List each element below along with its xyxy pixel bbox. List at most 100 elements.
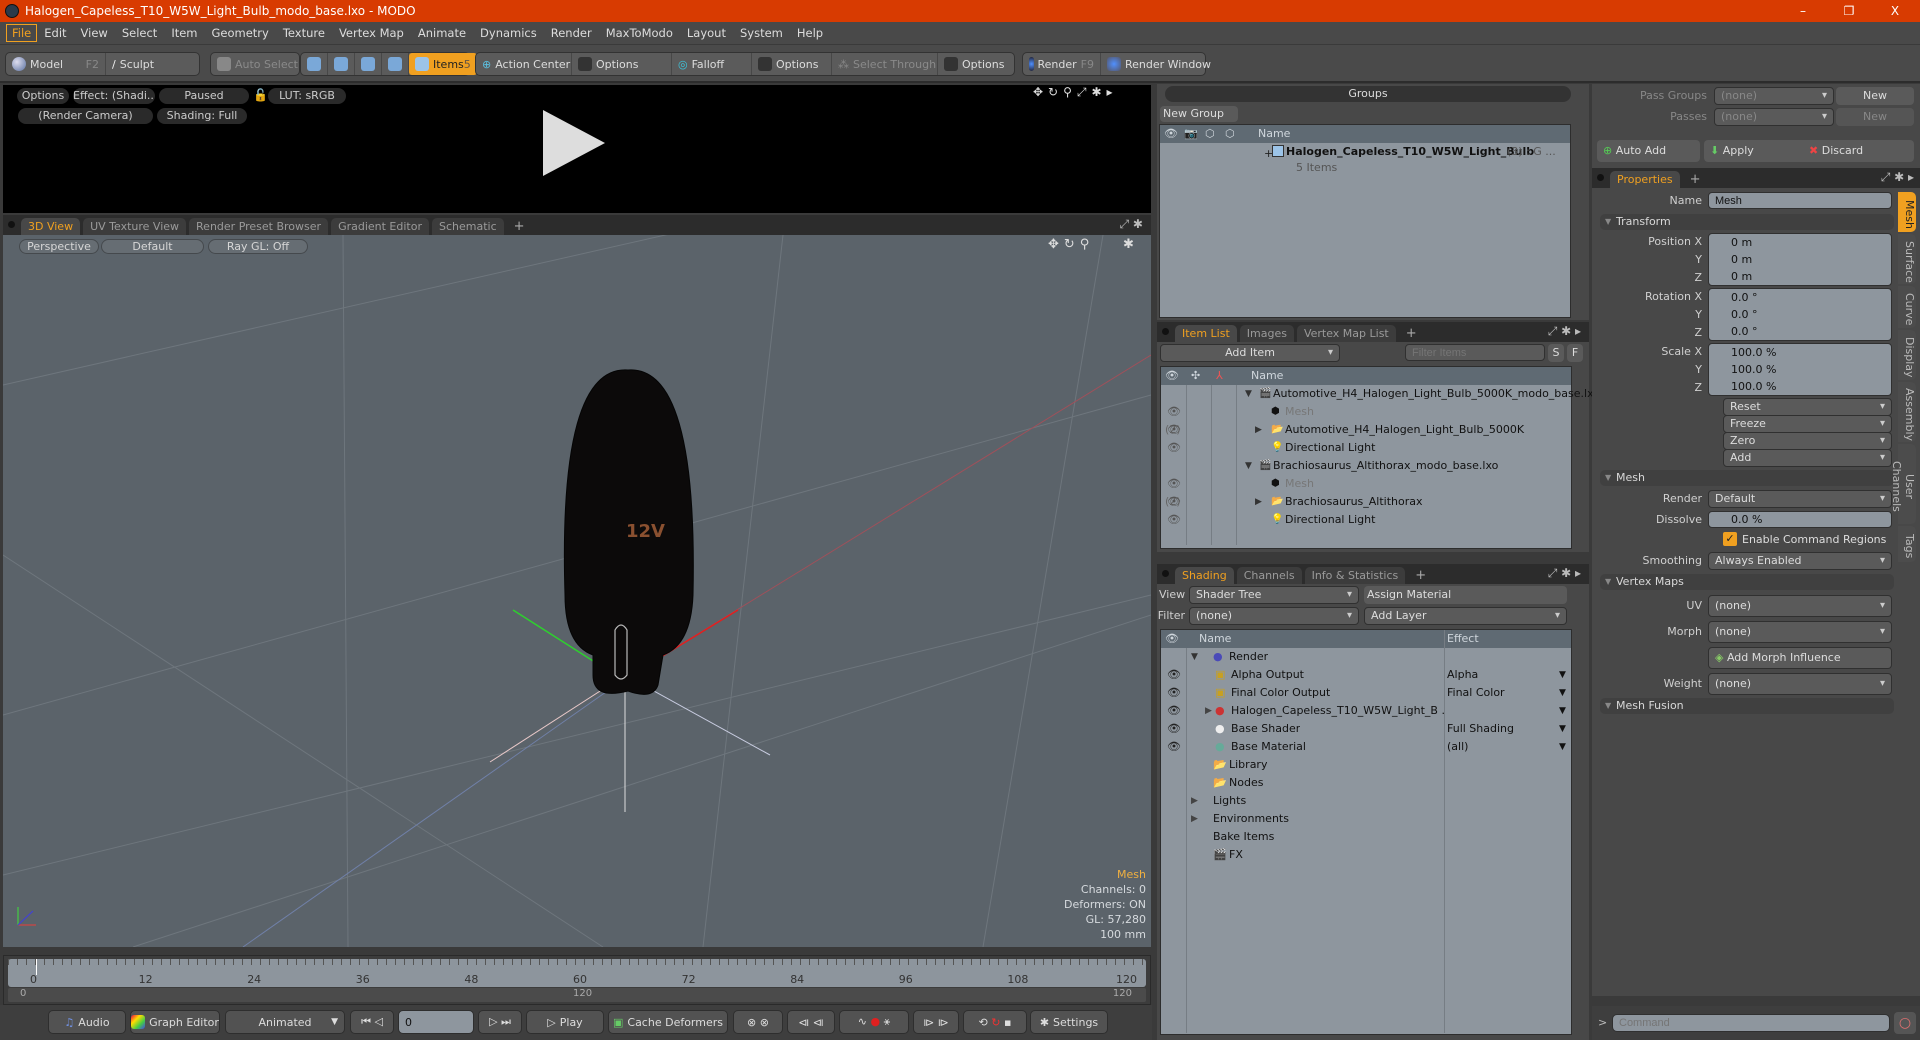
apply-button[interactable]: ⬇ Apply bbox=[1710, 140, 1754, 162]
restore-button[interactable]: ❐ bbox=[1826, 0, 1872, 22]
visibility-eye-icon[interactable]: 👁 bbox=[1167, 666, 1181, 684]
falloff-button[interactable]: ◎ Falloff bbox=[672, 53, 752, 75]
panel-dot-icon[interactable] bbox=[8, 221, 15, 228]
vertex-maps-section[interactable]: Vertex Maps bbox=[1600, 574, 1894, 590]
menu-animate[interactable]: Animate bbox=[411, 24, 473, 42]
expand-gear-icons[interactable]: ⤢ ✱ ▸ bbox=[1548, 566, 1581, 581]
record-macro-icon[interactable]: ○ bbox=[1894, 1012, 1916, 1034]
visibility-eye-icon[interactable]: 👁 bbox=[1167, 738, 1181, 756]
collapse-arrow-icon[interactable]: ▼ bbox=[1191, 648, 1198, 666]
close-button[interactable]: X bbox=[1872, 0, 1918, 22]
vertices-mode-button[interactable] bbox=[301, 53, 328, 75]
auto-add-button[interactable]: ⊕ Auto Add bbox=[1597, 140, 1700, 162]
item-list-row[interactable]: 👁 📂 ▶ Brachiosaurus_Altithorax (2) bbox=[1161, 493, 1571, 511]
effect-dropdown-icon[interactable]: ▼ bbox=[1559, 702, 1566, 720]
camera-dropdown[interactable]: (Render Camera) bbox=[18, 108, 153, 124]
polygons-mode-button[interactable] bbox=[355, 53, 382, 75]
side-tab-display[interactable]: Display bbox=[1898, 330, 1916, 380]
tab-3d-view[interactable]: 3D View bbox=[21, 218, 81, 235]
expand-arrow-icon[interactable]: ▶ bbox=[1255, 493, 1262, 511]
next-key-buttons[interactable]: ⧐ ⧐ bbox=[913, 1010, 959, 1034]
scale-y-value[interactable]: 100.0 % bbox=[1731, 362, 1776, 377]
add-tab-button[interactable]: + bbox=[1399, 325, 1424, 342]
timeline-range[interactable]: 0 120 120 bbox=[8, 988, 1146, 1002]
animated-dropdown[interactable]: Animated ▼ bbox=[225, 1010, 345, 1034]
side-tab-surface[interactable]: Surface bbox=[1898, 234, 1916, 284]
shader-row[interactable]: ▶ Lights bbox=[1161, 792, 1571, 810]
rotation-z-value[interactable]: 0.0 ° bbox=[1731, 324, 1758, 339]
add-tab-button[interactable]: + bbox=[507, 218, 532, 235]
transform-section[interactable]: Transform bbox=[1600, 214, 1894, 230]
expand-arrow-icon[interactable]: ▶ bbox=[1191, 792, 1198, 810]
side-tab-curve[interactable]: Curve bbox=[1898, 286, 1916, 328]
tab-render-preset-browser[interactable]: Render Preset Browser bbox=[189, 218, 329, 235]
expand-arrow-icon[interactable]: ▶ bbox=[1191, 810, 1198, 828]
items-mode-button[interactable]: Items 5 bbox=[409, 53, 477, 75]
scale-x-value[interactable]: 100.0 % bbox=[1731, 345, 1776, 360]
preview-options-button[interactable]: Options bbox=[17, 88, 69, 104]
reset-dropdown[interactable]: Reset bbox=[1723, 398, 1892, 416]
panel-dot-icon[interactable] bbox=[1162, 570, 1169, 577]
pass-groups-dropdown[interactable]: (none) bbox=[1714, 87, 1834, 105]
auto-select-button[interactable]: Auto Select bbox=[211, 53, 304, 75]
view-dropdown[interactable]: Shader Tree bbox=[1189, 586, 1359, 604]
visibility-eye-icon[interactable]: 👁 bbox=[1167, 511, 1181, 529]
key-buttons[interactable]: ⊗ ⊗ bbox=[733, 1010, 783, 1034]
preview-effect-dropdown[interactable]: Effect: (Shadi... bbox=[73, 88, 155, 104]
new-pass-button[interactable]: New bbox=[1836, 108, 1914, 126]
shader-effect-value[interactable]: Full Shading bbox=[1447, 720, 1514, 738]
effect-dropdown-icon[interactable]: ▼ bbox=[1559, 738, 1566, 756]
command-input[interactable] bbox=[1612, 1014, 1890, 1032]
collapse-arrow-icon[interactable]: ▼ bbox=[1245, 457, 1252, 475]
visibility-eye-icon[interactable]: 👁 bbox=[1167, 403, 1181, 421]
cache-deformers-button[interactable]: ▣ Cache Deformers bbox=[608, 1010, 728, 1034]
side-tab-assembly[interactable]: Assembly bbox=[1898, 382, 1916, 442]
tab-uv-texture-view[interactable]: UV Texture View bbox=[83, 218, 187, 235]
play-button[interactable]: ▷ Play bbox=[526, 1010, 604, 1034]
shader-row[interactable]: 👁 ● Base Material (all) ▼ bbox=[1161, 738, 1571, 756]
item-list-row[interactable]: 👁 ⬢ Mesh bbox=[1161, 403, 1571, 421]
settings-button[interactable]: ✱ Settings bbox=[1030, 1010, 1108, 1034]
item-list-row[interactable]: 👁 💡 Directional Light bbox=[1161, 439, 1571, 457]
select-through-options-button[interactable]: Options bbox=[938, 53, 1014, 75]
panel-dot-icon[interactable] bbox=[1597, 174, 1604, 181]
new-pass-group-button[interactable]: New bbox=[1836, 87, 1914, 105]
position-y-value[interactable]: 0 m bbox=[1731, 252, 1752, 267]
filter-items-input[interactable] bbox=[1405, 344, 1545, 361]
shader-row[interactable]: 🎬 FX bbox=[1161, 846, 1571, 864]
materials-mode-button[interactable] bbox=[382, 53, 409, 75]
visibility-eye-icon[interactable]: 👁 bbox=[1167, 702, 1181, 720]
freeze-dropdown[interactable]: Freeze bbox=[1723, 415, 1892, 433]
tab-schematic[interactable]: Schematic bbox=[432, 218, 504, 235]
position-x-value[interactable]: 0 m bbox=[1731, 235, 1752, 250]
command-regions-checkbox[interactable]: ✓ bbox=[1723, 532, 1737, 546]
item-list-row[interactable]: 👁 ⬢ Mesh bbox=[1161, 475, 1571, 493]
panel-dot-icon[interactable] bbox=[1162, 328, 1169, 335]
add-tab-button[interactable]: + bbox=[1408, 567, 1433, 584]
render-dropdown[interactable]: Default bbox=[1708, 490, 1892, 508]
menu-file[interactable]: File bbox=[6, 24, 38, 42]
shader-row[interactable]: Bake Items bbox=[1161, 828, 1571, 846]
shader-row[interactable]: 👁 ● Base Shader Full Shading ▼ bbox=[1161, 720, 1571, 738]
menu-select[interactable]: Select bbox=[115, 24, 164, 42]
shading-dropdown[interactable]: Shading: Full bbox=[157, 108, 247, 124]
menu-view[interactable]: View bbox=[74, 24, 115, 42]
name-input[interactable] bbox=[1708, 192, 1892, 209]
visibility-eye-icon[interactable]: 👁 bbox=[1167, 493, 1181, 511]
tab-channels[interactable]: Channels bbox=[1236, 567, 1302, 584]
shader-row[interactable]: ▼ ● Render bbox=[1161, 648, 1571, 666]
tab-shading[interactable]: Shading bbox=[1175, 567, 1234, 584]
render-button[interactable]: Render F9 bbox=[1023, 53, 1101, 75]
render-window-button[interactable]: Render Window bbox=[1101, 53, 1217, 75]
shader-row[interactable]: 👁 ▣ Final Color Output Final Color ▼ bbox=[1161, 684, 1571, 702]
item-list-row[interactable]: 👁 📂 ▶ Automotive_H4_Halogen_Light_Bulb_5000… bbox=[1161, 421, 1571, 439]
add-item-dropdown[interactable]: Add Item bbox=[1160, 344, 1340, 362]
action-center-options-button[interactable]: Options bbox=[572, 53, 672, 75]
play-icon[interactable] bbox=[543, 110, 605, 176]
shader-effect-value[interactable]: (all) bbox=[1447, 738, 1468, 756]
mesh-section[interactable]: Mesh bbox=[1600, 470, 1894, 486]
minimize-button[interactable]: – bbox=[1780, 0, 1826, 22]
tab-gradient-editor[interactable]: Gradient Editor bbox=[331, 218, 429, 235]
menu-system[interactable]: System bbox=[733, 24, 790, 42]
tab-item-list[interactable]: Item List bbox=[1175, 325, 1237, 342]
